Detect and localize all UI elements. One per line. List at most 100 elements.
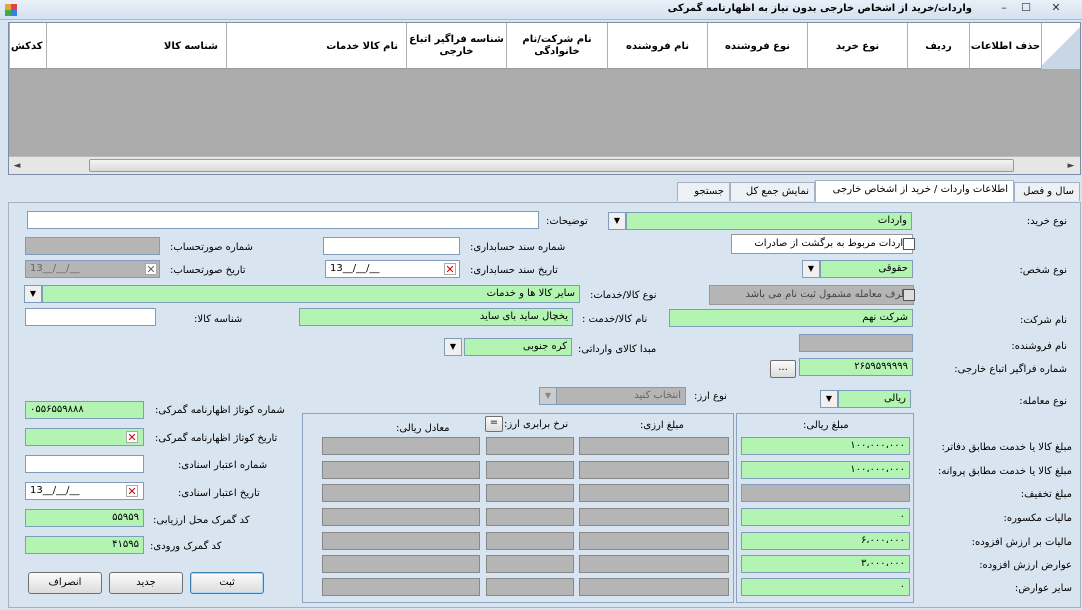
goods-id-input[interactable] — [25, 308, 156, 326]
foreign-id-input[interactable]: ۲۶۵۹۵۹۹۹۹۹ — [799, 358, 913, 376]
scroll-thumb[interactable] — [89, 159, 1014, 172]
rial-equiv-header: معادل ریالی: — [396, 423, 450, 434]
assess-customs-label: کد گمرک محل ارزیابی: — [153, 515, 250, 526]
currency-cell — [579, 578, 729, 596]
new-button[interactable]: جدید — [109, 572, 183, 594]
statement-no-label: شماره صورتحساب: — [170, 242, 253, 253]
entry-customs-label: کد گمرک ورودی: — [150, 541, 222, 552]
rial-equiv-cell — [322, 437, 480, 455]
app-icon — [4, 3, 18, 17]
column-header-goods-name[interactable]: نام کالا خدمات — [226, 23, 406, 69]
minimize-button[interactable]: – — [992, 0, 1016, 16]
goods-name-input[interactable]: یخچال ساید بای ساید — [299, 308, 573, 326]
maximize-button[interactable]: ☐ — [1014, 0, 1038, 16]
amount-rial-input[interactable]: ۱۰۰،۰۰۰،۰۰۰ — [741, 461, 910, 479]
assess-customs-input[interactable]: ۵۵۹۵۹ — [25, 509, 144, 527]
clear-customs-date-icon[interactable]: ✕ — [126, 431, 138, 443]
company-name-input[interactable]: شرکت نهم — [669, 309, 913, 327]
currency-cell — [579, 532, 729, 550]
cancel-button[interactable]: انصراف — [28, 572, 102, 594]
amount-row-label: مبلغ کالا یا خدمت مطابق پروانه: — [938, 466, 1072, 477]
clear-date-icon[interactable]: ✕ — [444, 263, 456, 275]
person-type-select[interactable]: حقوقی — [820, 260, 913, 278]
person-type-label: نوع شخص: — [1019, 265, 1067, 276]
column-header-seller-name[interactable]: نام فروشنده — [607, 23, 707, 69]
amount-rial-input[interactable]: ۳،۰۰۰،۰۰۰ — [741, 555, 910, 573]
tab-year-season[interactable]: سال و فصل — [1014, 182, 1080, 201]
clear-credit-date-icon[interactable]: ✕ — [126, 485, 138, 497]
accounting-doc-no-input[interactable] — [323, 237, 460, 255]
rate-equals-button[interactable]: = — [485, 416, 503, 432]
statement-date-input: 13__/__/__ — [25, 260, 160, 278]
export-return-checkbox-row[interactable]: واردات مربوط به برگشت از صادرات — [731, 234, 913, 254]
currency-cell — [579, 508, 729, 526]
registered-party-checkbox-row: طرف معامله مشمول ثبت نام می باشد — [709, 285, 914, 305]
origin-dropdown-icon[interactable]: ▼ — [444, 338, 462, 356]
purchase-type-select[interactable]: واردات — [626, 212, 912, 230]
goods-type-dropdown-icon[interactable]: ▼ — [24, 285, 42, 303]
scroll-left-icon[interactable]: ◄ — [9, 158, 25, 174]
credit-no-input[interactable] — [25, 455, 144, 473]
rate-cell — [486, 555, 574, 573]
rate-cell — [486, 508, 574, 526]
person-type-dropdown-icon[interactable]: ▼ — [802, 260, 820, 278]
grid-select-all[interactable] — [1041, 23, 1080, 69]
customs-no-label: شماره کوتاژ اظهارنامه گمرکی: — [155, 405, 285, 416]
column-header-row[interactable]: ردیف — [907, 23, 969, 69]
amount-rial-input[interactable]: ۱۰۰،۰۰۰،۰۰۰ — [741, 437, 910, 455]
rate-cell — [486, 484, 574, 502]
export-return-checkbox[interactable] — [903, 238, 915, 250]
amount-row-label: سایر عوارض: — [1014, 583, 1072, 594]
amount-row-label: عوارض ارزش افزوده: — [979, 560, 1072, 571]
export-return-label: واردات مربوط به برگشت از صادرات — [754, 238, 908, 249]
grid-horizontal-scrollbar[interactable]: ◄ ► — [9, 156, 1080, 174]
column-header-goods-id[interactable]: شناسه کالا — [46, 23, 226, 69]
data-grid[interactable]: حذف اطلاعات ردیف نوع خرید نوع فروشنده نا… — [8, 22, 1081, 175]
column-header-company-name[interactable]: نام شرکت/نام خانوادگی — [506, 23, 607, 69]
goods-type-select[interactable]: سایر کالا ها و خدمات — [42, 285, 580, 303]
amount-row-label: مالیات بر ارزش افزوده: — [971, 537, 1072, 548]
description-input[interactable] — [27, 211, 539, 229]
amount-row-label: مبلغ کالا یا خدمت مطابق دفاتر: — [941, 442, 1072, 453]
column-header-code[interactable]: کدکش — [9, 23, 46, 69]
browse-button[interactable]: ... — [770, 360, 796, 378]
origin-select[interactable]: کره جنوبی — [464, 338, 572, 356]
foreign-id-label: شماره فراگیر اتباع خارجی: — [954, 364, 1067, 375]
rate-cell — [486, 437, 574, 455]
currency-cell — [579, 461, 729, 479]
column-header-seller-type[interactable]: نوع فروشنده — [707, 23, 807, 69]
rial-equiv-cell — [322, 555, 480, 573]
rial-equiv-cell — [322, 508, 480, 526]
currency-type-select: انتخاب کنید — [556, 387, 686, 405]
deal-type-dropdown-icon[interactable]: ▼ — [820, 390, 838, 408]
customs-date-label: تاریخ کوتاژ اظهارنامه گمرکی: — [155, 433, 278, 444]
tab-import-info[interactable]: اطلاعات واردات / خرید از اشخاص خارجی — [815, 180, 1014, 202]
currency-cell — [579, 484, 729, 502]
customs-no-input[interactable]: ۰۵۵۶۵۵۹۸۸۸ — [25, 401, 144, 419]
origin-label: مبدا کالای وارداتی: — [578, 344, 657, 355]
tab-totals[interactable]: نمایش جمع کل — [730, 182, 815, 201]
amount-rial-input[interactable]: ۰ — [741, 578, 910, 596]
tab-search[interactable]: جستجو — [677, 182, 730, 201]
accounting-doc-no-label: شماره سند حسابداری: — [470, 242, 566, 253]
rial-header: مبلغ ریالی: — [803, 420, 849, 431]
amount-rial-input[interactable]: ۶،۰۰۰،۰۰۰ — [741, 532, 910, 550]
close-button[interactable]: ✕ — [1044, 0, 1068, 16]
column-header-delete[interactable]: حذف اطلاعات — [969, 23, 1041, 69]
goods-id-label: شناسه کالا: — [194, 314, 243, 325]
save-button[interactable]: ثبت — [190, 572, 264, 594]
scroll-right-icon[interactable]: ► — [1063, 158, 1079, 174]
registered-party-label: طرف معامله مشمول ثبت نام می باشد — [745, 289, 909, 300]
purchase-type-dropdown-icon[interactable]: ▼ — [608, 212, 626, 230]
column-header-purchase-type[interactable]: نوع خرید — [807, 23, 907, 69]
description-label: توضیحات: — [546, 216, 588, 227]
entry-customs-input[interactable]: ۴۱۵۹۵ — [25, 536, 144, 554]
column-header-foreign-id[interactable]: شناسه فراگیر اتباع خارجی — [406, 23, 506, 69]
seller-name-input — [799, 334, 913, 352]
amount-rial-input[interactable]: ۰ — [741, 508, 910, 526]
amount-row-label: مالیات مکسوره: — [1003, 513, 1072, 524]
grid-header: حذف اطلاعات ردیف نوع خرید نوع فروشنده نا… — [9, 23, 1080, 69]
deal-type-select[interactable]: ریالی — [838, 390, 911, 408]
rate-header: نرخ برابری ارز: — [504, 419, 569, 430]
accounting-doc-date-input[interactable]: 13__/__/__ — [325, 260, 460, 278]
